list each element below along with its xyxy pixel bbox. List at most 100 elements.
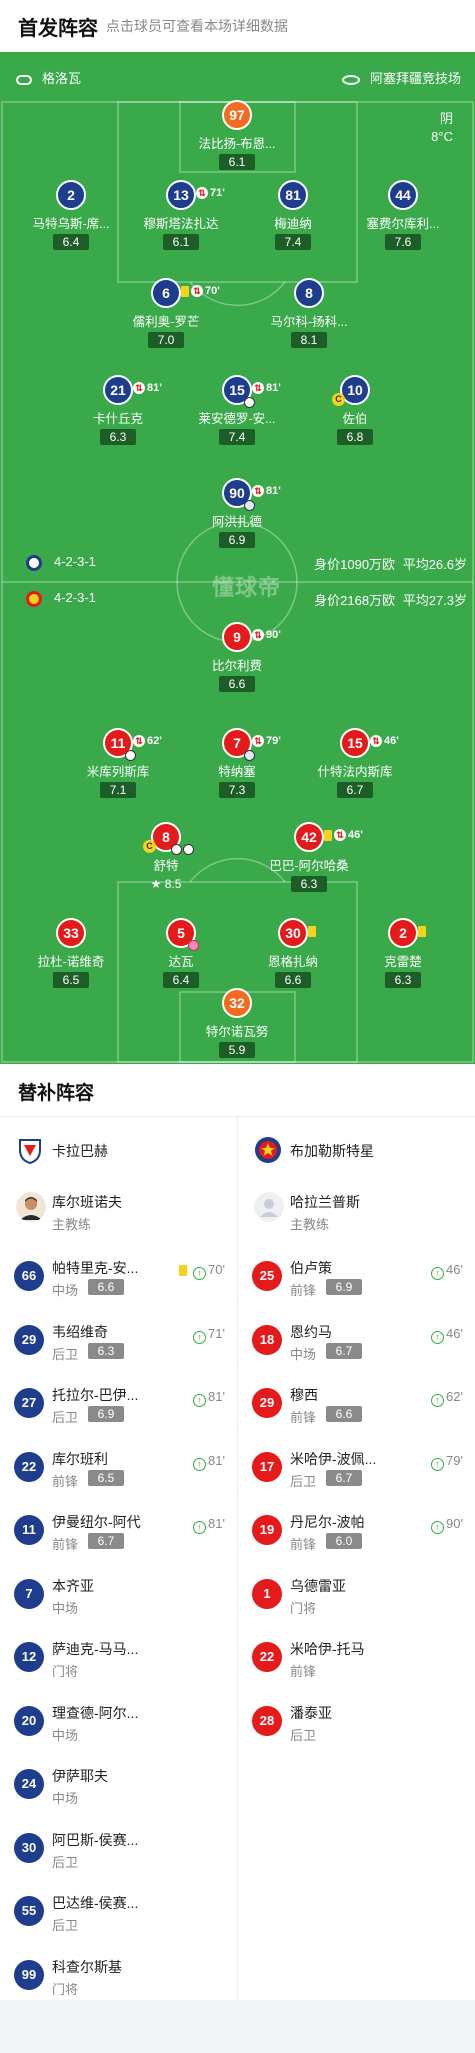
away-sub-row[interactable]: 19 丹尼尔-波帕 前锋 6.0 ↑ 90' — [238, 1500, 475, 1564]
home-player-10[interactable]: 10 C 佐伯 6.8 — [300, 375, 410, 446]
home-sub-row[interactable]: 11 伊曼纽尔-阿代 前锋 6.7 ↑ 81' — [0, 1500, 237, 1564]
player-name: 法比扬-布恩... — [198, 137, 276, 151]
home-team-icon — [26, 554, 42, 571]
away-sub-row[interactable]: 25 伯卢策 前锋 6.9 ↑ 46' — [238, 1246, 475, 1310]
home-sub-row[interactable]: 24 伊萨耶夫 中场 — [0, 1754, 237, 1818]
sub-player-number: 99 — [14, 1959, 44, 1990]
substitution-in-icon: ↑ — [431, 1330, 445, 1344]
away-player-3[interactable]: 7 ⇅ 79' 特纳塞 7.3 — [182, 728, 292, 799]
home-sub-row[interactable]: 55 巴达维-侯赛... 后卫 — [0, 1881, 237, 1945]
home-sub-row[interactable]: 66 帕特里克-安... 中场 6.6 ↑ 70' — [0, 1246, 237, 1310]
home-subs-column: 卡拉巴赫 库尔班诺夫 主教练 66 帕特里克-安... 中场 6.6 ↑ 70' 29 韦绍维… — [0, 1116, 237, 2008]
player-rating: 6.1 — [219, 154, 255, 170]
away-sub-row[interactable]: 17 米哈伊-波佩... 后卫 6.7 ↑ 79' — [238, 1437, 475, 1501]
away-age: 平均27.3岁 — [402, 593, 467, 608]
away-sub-row[interactable]: 28 潘泰亚 后卫 — [238, 1691, 475, 1755]
home-player-5[interactable]: 44 塞费尔库利... 7.6 — [348, 180, 458, 251]
home-sub-row[interactable]: 12 萨迪克-马马... 门将 — [0, 1627, 237, 1691]
home-sub-row[interactable]: 30 阿巴斯-侯赛... 后卫 — [0, 1818, 237, 1882]
sub-player-name: 萨迪克-马马... — [52, 1641, 139, 1657]
away-player-8[interactable]: 5 达瓦 6.4 — [126, 918, 236, 989]
player-number: 8 — [294, 278, 324, 308]
player-name: 拉杜-诺维奇 — [37, 955, 105, 969]
sub-player-name: 韦绍维奇 — [52, 1323, 108, 1340]
sub-player-name: 恩约马 — [290, 1323, 332, 1340]
away-sub-row[interactable]: 18 恩约马 中场 6.7 ↑ 46' — [238, 1310, 475, 1374]
home-team-row[interactable]: 卡拉巴赫 — [0, 1116, 237, 1180]
away-player-6[interactable]: 42 ⇅ 46' 巴巴-阿尔哈桑 6.3 — [254, 822, 364, 893]
player-number: 6 ⇅ 70' — [151, 278, 220, 308]
sub-in-time: 46' — [446, 1325, 463, 1341]
player-name: 达瓦 — [168, 955, 194, 969]
sub-player-number: 27 — [14, 1388, 44, 1418]
page-title: 首发阵容 — [18, 18, 98, 40]
home-player-6[interactable]: 6 ⇅ 70' 儒利奥-罗芒 7.0 — [111, 278, 221, 349]
stadium-icon — [341, 74, 360, 85]
home-player-3[interactable]: 13 ⇅ 71' 穆斯塔法扎达 6.1 — [126, 180, 236, 251]
player-number: 44 — [388, 180, 418, 210]
player-number: 21 ⇅ 81' — [103, 375, 162, 405]
player-name: 莱安德罗-安... — [198, 412, 276, 426]
player-number: 2 — [388, 918, 426, 948]
sub-player-position: 中场 — [52, 1600, 79, 1616]
away-team-row[interactable]: 布加勒斯特星 — [238, 1116, 475, 1180]
watermark: 懂球帝 — [212, 575, 282, 600]
away-team-name: 布加勒斯特星 — [290, 1143, 374, 1159]
lineup-header: 首发阵容 点击球员可查看本场详细数据 — [0, 0, 475, 52]
sub-player-number: 29 — [14, 1324, 44, 1355]
substitution-out-icon: ⇅ — [133, 382, 145, 395]
home-player-11[interactable]: 90 ⇅ 81' 阿洪扎德 6.9 — [182, 478, 292, 549]
away-player-9[interactable]: 30 恩格扎纳 6.6 — [238, 918, 348, 989]
away-sub-row[interactable]: 22 米哈伊-托马 前锋 — [238, 1627, 475, 1691]
home-player-2[interactable]: 2 马特乌斯-席... 6.4 — [16, 180, 126, 251]
sub-player-name: 乌德雷亚 — [290, 1577, 346, 1594]
sub-player-name: 托拉尔-巴伊... — [52, 1387, 139, 1403]
home-coach-role: 主教练 — [52, 1217, 92, 1232]
sub-player-number: 28 — [252, 1705, 282, 1736]
player-number: 10 C — [332, 375, 370, 406]
home-coach-row[interactable]: 库尔班诺夫 主教练 — [0, 1180, 237, 1246]
away-player-11[interactable]: 32 特尔诺瓦努 5.9 — [182, 988, 292, 1059]
home-player-9[interactable]: 15 ⇅ 81' 莱安德罗-安... 7.4 — [182, 375, 292, 446]
sub-player-name: 理查德-阿尔... — [52, 1704, 139, 1721]
away-player-7[interactable]: 33 拉杜-诺维奇 6.5 — [16, 918, 126, 989]
sub-in-info: ↑ 46' — [431, 1262, 463, 1280]
home-player-1[interactable]: 97 法比扬-布恩... 6.1 — [182, 100, 292, 171]
yellow-card-icon — [308, 925, 316, 937]
home-sub-row[interactable]: 99 科查尔斯基 门将 — [0, 1945, 237, 2009]
player-event-markers: ⇅ 81' — [252, 375, 281, 401]
player-name: 比尔利费 — [211, 659, 262, 673]
sub-in-time: 81' — [208, 1516, 225, 1531]
away-player-4[interactable]: 15 ⇅ 46' 什特法内斯库 6.7 — [300, 728, 410, 799]
player-rating: 7.4 — [219, 429, 255, 445]
away-sub-row[interactable]: 1 乌德雷亚 门将 — [238, 1564, 475, 1628]
substitution-time: 70' — [205, 285, 220, 297]
away-player-10[interactable]: 2 克雷楚 6.3 — [348, 918, 458, 989]
away-player-5[interactable]: 8 C 舒特 ★ 8.5 — [111, 822, 221, 893]
home-sub-row[interactable]: 22 库尔班利 前锋 6.5 ↑ 81' — [0, 1437, 237, 1501]
home-sub-row[interactable]: 7 本齐亚 中场 — [0, 1564, 237, 1628]
away-player-2[interactable]: 11 ⇅ 62' 米库列斯库 7.1 — [63, 728, 173, 799]
away-sub-row[interactable]: 29 穆西 前锋 6.6 ↑ 62' — [238, 1373, 475, 1437]
substitution-time: 81' — [147, 382, 162, 394]
away-coach-row[interactable]: 哈拉兰普斯 主教练 — [238, 1180, 475, 1246]
player-number: 90 ⇅ 81' — [222, 478, 281, 511]
player-name: 什特法内斯库 — [317, 765, 393, 779]
sub-player-number: 20 — [14, 1705, 44, 1736]
home-sub-row[interactable]: 20 理查德-阿尔... 中场 — [0, 1691, 237, 1755]
player-name: 特尔诺瓦努 — [205, 1025, 269, 1039]
player-event-markers: ⇅ 79' — [252, 728, 281, 754]
sub-in-time: 62' — [446, 1389, 463, 1404]
player-number: 81 — [278, 180, 308, 210]
sub-player-position: 中场 — [52, 1727, 79, 1743]
home-player-4[interactable]: 81 梅迪纳 7.4 — [238, 180, 348, 251]
captain-badge: C — [143, 840, 156, 853]
home-player-8[interactable]: 21 ⇅ 81' 卡什丘克 6.3 — [63, 375, 173, 446]
home-sub-row[interactable]: 29 韦绍维奇 后卫 6.3 ↑ 71' — [0, 1310, 237, 1374]
home-sub-row[interactable]: 27 托拉尔-巴伊... 后卫 6.9 ↑ 81' — [0, 1373, 237, 1437]
player-rating: 6.9 — [219, 532, 255, 548]
player-event-markers — [418, 918, 428, 944]
away-player-1[interactable]: 9 ⇅ 90' 比尔利费 6.6 — [182, 622, 292, 693]
home-player-7[interactable]: 8 马尔科-扬科... 8.1 — [254, 278, 364, 349]
away-coach-name: 哈拉兰普斯 — [290, 1194, 360, 1210]
